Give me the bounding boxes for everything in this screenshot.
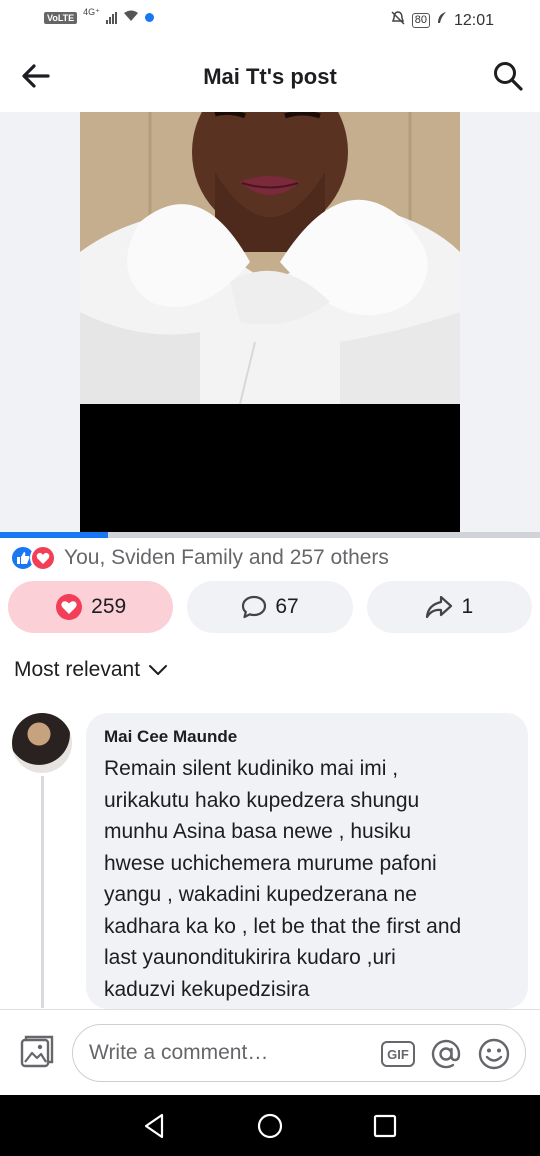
mute-icon [390,10,406,31]
comment-sort-dropdown[interactable]: Most relevant [14,658,168,682]
battery-indicator: 80 [411,13,430,28]
media-progress-bar[interactable] [0,532,540,538]
post-actions: 259 67 1 [8,581,532,633]
love-icon [30,545,56,571]
status-bar: VoLTE 4G⁺ 80 12:01 [0,0,540,40]
photo-letterbox [80,404,460,536]
reaction-count: 259 [91,595,127,618]
status-bar-left: VoLTE 4G⁺ [44,7,154,25]
comment-icon [242,595,267,619]
post-photo[interactable] [80,112,460,536]
volte-badge: VoLTE [44,11,78,24]
gif-button[interactable]: GIF [381,1041,415,1067]
signal-icon [105,11,117,24]
square-recents-icon [373,1114,397,1138]
smiley-icon [478,1038,510,1070]
search-icon [494,62,523,91]
battery-saver-icon [436,11,448,30]
share-icon [426,595,453,619]
clock: 12:01 [453,11,494,29]
media-viewer [0,112,540,536]
mention-button[interactable] [429,1037,463,1071]
chevron-down-icon [149,665,168,675]
share-count: 1 [461,595,474,618]
media-progress-fill [0,532,108,538]
post-header: Mai Tt's post [0,40,540,112]
thread-line [41,776,44,1008]
system-back-button[interactable] [140,1111,170,1141]
system-recents-button[interactable] [370,1111,400,1141]
reactors-text: You, Sviden Family and 257 others [64,546,389,569]
status-bar-right: 80 12:01 [390,10,494,31]
photo-picker-button[interactable] [20,1034,54,1068]
comment-bubble[interactable]: Mai Cee Maunde Remain silent kudiniko ma… [86,713,528,1009]
avatar[interactable] [12,713,72,773]
comment-input-wrapper: GIF [72,1024,526,1082]
photo-content [80,112,460,404]
network-type: 4G⁺ [83,7,100,17]
comment-input[interactable] [89,1025,369,1081]
triangle-back-icon [144,1113,164,1139]
wifi-icon [123,10,139,25]
comment-text: Remain silent kudiniko mai imi , urikaku… [104,757,462,1001]
system-nav-bar [0,1095,540,1156]
reaction-icons [10,545,56,571]
comment-composer: GIF [0,1009,540,1095]
reaction-button[interactable]: 259 [8,581,174,633]
comment-author[interactable]: Mai Cee Maunde [104,727,510,747]
love-reaction-icon [56,594,83,620]
portrait-image [80,112,460,404]
at-sign-icon [431,1039,461,1069]
messenger-notification-icon [144,13,154,22]
image-icon [20,1035,54,1068]
page-title: Mai Tt's post [203,64,337,89]
share-button[interactable]: 1 [366,581,532,633]
circle-home-icon [257,1113,283,1139]
system-home-button[interactable] [255,1111,285,1141]
comment-sort-label: Most relevant [14,658,141,681]
reactions-summary[interactable]: You, Sviden Family and 257 others [10,543,389,573]
search-button[interactable] [492,60,524,92]
emoji-button[interactable] [477,1037,511,1071]
comment-button[interactable]: 67 [187,581,353,633]
comment-count: 67 [275,595,299,618]
